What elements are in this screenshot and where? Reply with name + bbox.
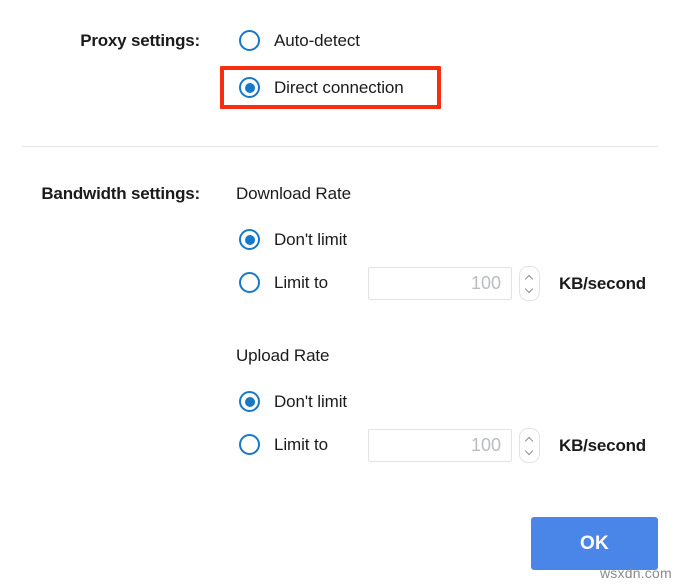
- upload-rate-heading: Upload Rate: [236, 346, 329, 366]
- download-dont-limit-option[interactable]: Don't limit: [239, 229, 347, 250]
- radio-auto-detect[interactable]: [239, 30, 260, 51]
- proxy-option-direct-connection-label: Direct connection: [274, 78, 404, 98]
- chevron-down-icon[interactable]: [525, 448, 534, 454]
- radio-direct-connection[interactable]: [239, 77, 260, 98]
- settings-panel: Proxy settings: Auto-detect Direct conne…: [0, 0, 680, 588]
- radio-upload-limit-to[interactable]: [239, 434, 260, 455]
- ok-button[interactable]: OK: [531, 517, 658, 570]
- download-dont-limit-label: Don't limit: [274, 230, 347, 250]
- download-limit-to-label: Limit to: [274, 273, 328, 293]
- watermark: wsxdn.com: [600, 565, 672, 581]
- proxy-option-auto-detect-label: Auto-detect: [274, 31, 360, 51]
- download-rate-unit-label: KB/second: [559, 274, 646, 294]
- download-rate-heading: Download Rate: [236, 184, 351, 204]
- upload-rate-stepper[interactable]: [519, 428, 540, 463]
- upload-limit-to-label: Limit to: [274, 435, 328, 455]
- proxy-settings-label: Proxy settings:: [20, 31, 200, 51]
- proxy-option-direct-connection[interactable]: Direct connection: [239, 77, 404, 98]
- radio-upload-dont-limit[interactable]: [239, 391, 260, 412]
- chevron-up-icon[interactable]: [525, 275, 534, 281]
- download-limit-to-option[interactable]: Limit to: [239, 272, 328, 293]
- radio-download-limit-to[interactable]: [239, 272, 260, 293]
- upload-rate-unit-label: KB/second: [559, 436, 646, 456]
- proxy-option-auto-detect[interactable]: Auto-detect: [239, 30, 360, 51]
- upload-limit-to-option[interactable]: Limit to: [239, 434, 328, 455]
- radio-download-dont-limit[interactable]: [239, 229, 260, 250]
- bandwidth-settings-label: Bandwidth settings:: [20, 184, 200, 204]
- upload-dont-limit-label: Don't limit: [274, 392, 347, 412]
- upload-rate-input[interactable]: 100: [368, 429, 512, 462]
- chevron-up-icon[interactable]: [525, 437, 534, 443]
- section-divider: [22, 146, 658, 147]
- upload-dont-limit-option[interactable]: Don't limit: [239, 391, 347, 412]
- download-rate-input-value: 100: [471, 273, 511, 294]
- download-rate-input[interactable]: 100: [368, 267, 512, 300]
- chevron-down-icon[interactable]: [525, 286, 534, 292]
- download-rate-stepper[interactable]: [519, 266, 540, 301]
- upload-rate-input-value: 100: [471, 435, 511, 456]
